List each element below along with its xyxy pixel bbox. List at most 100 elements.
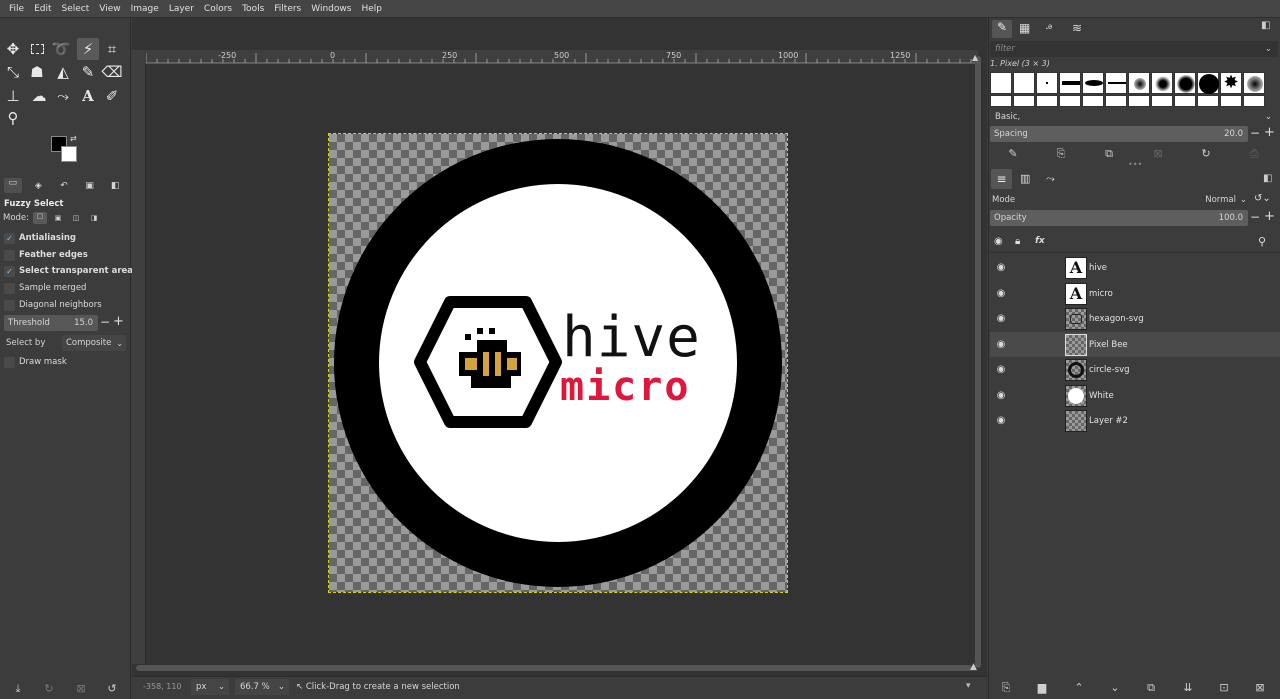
device-status-tab-icon[interactable]: ◈ [30,181,48,191]
opacity-field[interactable]: Opacity 100.0 [990,210,1248,226]
layer-row[interactable]: ◉ A micro [990,281,1280,306]
text-tool-icon[interactable]: A [77,85,99,107]
eye-icon[interactable]: ◉ [995,364,1007,375]
new-brush-icon[interactable]: ⎘ [1053,147,1069,161]
brush-swatch[interactable] [1243,72,1265,94]
brush-swatch[interactable] [1174,95,1196,107]
brush-swatch[interactable] [1013,95,1035,107]
mode-intersect-icon[interactable]: ◨ [87,214,101,222]
menu-file[interactable]: File [4,4,29,14]
select-by-dropdown[interactable]: Composite ⌄ [62,335,126,351]
brush-swatch[interactable] [1036,95,1058,107]
layer-row[interactable]: ◉ Layer #2 [990,408,1280,433]
layer-composite-icon[interactable]: ↺⌄ [1254,193,1271,204]
threshold-field[interactable]: Threshold 15.0 [4,315,98,331]
menu-colors[interactable]: Colors [199,4,237,14]
menu-tools[interactable]: Tools [237,4,269,14]
lower-layer-icon[interactable]: ⌄ [1107,681,1123,694]
brush-swatch[interactable] [1036,72,1058,94]
search-icon[interactable]: ⚲ [1258,235,1266,248]
new-layer-group-icon[interactable]: ▆ [1034,681,1050,694]
menu-view[interactable]: View [94,4,125,14]
spacing-field[interactable]: Spacing 20.0 [990,126,1248,142]
refresh-brushes-icon[interactable]: ↻ [1198,147,1214,160]
paths-tool-icon[interactable]: ⤳ [52,85,74,107]
eye-icon[interactable]: ◉ [995,288,1007,299]
opacity-decrease-icon[interactable]: − [1250,210,1260,224]
mode-replace-icon[interactable]: ▢ [33,212,48,224]
color-picker-tool-icon[interactable]: ✐ [101,85,123,107]
brush-swatch[interactable] [1220,95,1242,107]
navigate-icon[interactable]: ▲ [970,662,977,672]
document-history-tab-icon[interactable]: ≋ [1072,21,1082,35]
bucket-fill-tool-icon[interactable]: ◭ [52,61,74,83]
horizontal-ruler[interactable]: -250 0 250 500 750 1000 1250 [146,50,978,64]
brush-swatch[interactable] [1082,95,1104,107]
images-tab-icon[interactable]: ▣ [81,181,99,191]
scroll-up-icon[interactable]: ▲ [972,53,978,62]
eye-icon[interactable]: ◉ [995,313,1007,324]
rect-select-tool-icon[interactable] [26,38,48,60]
duplicate-layer-icon[interactable]: ⧉ [1143,681,1159,695]
vertical-scrollbar[interactable] [975,56,981,668]
menu-edit[interactable]: Edit [29,4,56,14]
brush-swatch[interactable]: ✸ [1220,72,1242,94]
brush-swatch[interactable] [1243,95,1265,107]
reset-tool-options-icon[interactable]: ↺ [104,682,120,695]
lasso-tool-icon[interactable]: ➰ [50,38,72,60]
brush-swatch[interactable] [1082,72,1104,94]
menu-image[interactable]: Image [126,4,164,14]
spacing-decrease-icon[interactable]: − [1250,126,1260,140]
layer-mode-dropdown[interactable]: Normal ⌄ [1180,192,1250,208]
brush-swatch[interactable] [1174,72,1196,94]
brush-swatch[interactable] [990,72,1012,94]
tool-options-tab-icon[interactable]: ▭ [4,178,22,193]
layer-row-selected[interactable]: ◉ Pixel Bee [990,332,1280,357]
paths-tab-icon[interactable]: ⤳ [1046,172,1055,186]
paintbrush-tool-icon[interactable]: ✎ [77,61,99,83]
layer-row[interactable]: ◉ hexagon-svg [990,306,1280,331]
opacity-increase-icon[interactable]: + [1264,209,1275,224]
menu-help[interactable]: Help [356,4,387,14]
brush-filter-input[interactable]: filter ⌄ [990,41,1278,57]
vertical-ruler[interactable] [132,64,146,664]
layer-row[interactable]: ◉ White [990,383,1280,408]
save-tool-preset-icon[interactable]: ⤓ [10,682,26,696]
brush-swatch[interactable] [1128,72,1150,94]
fuzzy-select-tool-icon[interactable]: ⚡ [77,38,99,60]
zoom-tool-icon[interactable]: ⚲ [2,107,24,129]
delete-layer-icon[interactable]: ⊠ [1252,681,1268,694]
undo-history-tab-icon[interactable]: ↶ [55,181,73,191]
brush-swatch[interactable] [1151,95,1173,107]
zoom-dropdown[interactable]: 66.7 % ⌄ [235,679,289,695]
brush-swatch[interactable] [1151,72,1173,94]
menu-select[interactable]: Select [57,4,95,14]
transform-tool-icon[interactable]: ⤡ [2,61,24,83]
eye-icon[interactable]: ◉ [995,262,1007,273]
background-color-swatch[interactable] [61,146,77,162]
draw-mask-checkbox[interactable]: Draw mask [4,354,67,370]
configure-layers-icon[interactable]: ◧ [1263,173,1272,184]
clone-tool-icon[interactable]: ⊥ [2,85,24,107]
configure-dock-icon[interactable]: ◧ [1261,20,1270,31]
feather-edges-checkbox[interactable]: Feather edges [4,247,88,263]
menu-layer[interactable]: Layer [164,4,199,14]
restore-tool-preset-icon[interactable]: ↻ [41,682,57,695]
move-tool-icon[interactable]: ✥ [2,38,24,60]
mode-subtract-icon[interactable]: ◫ [69,214,83,222]
menu-windows[interactable]: Windows [306,4,356,14]
brushes-tab-icon[interactable]: ✎ [992,20,1012,38]
brush-swatch[interactable] [1105,72,1127,94]
merge-layer-icon[interactable]: ⇊ [1180,681,1196,694]
eye-icon[interactable]: ◉ [995,415,1007,426]
duplicate-brush-icon[interactable]: ⧉ [1101,147,1117,161]
edit-brush-icon[interactable]: ✎ [1005,147,1021,160]
layers-tab-icon[interactable]: ≡ [991,169,1012,189]
brush-swatch[interactable] [1128,95,1150,107]
select-transparent-checkbox[interactable]: ✓ Select transparent areas [4,263,138,279]
delete-brush-icon[interactable]: ⊠ [1150,147,1166,160]
eraser-tool-icon[interactable]: ⌫ [101,61,123,83]
unit-dropdown[interactable]: px ⌄ [191,679,229,695]
open-brush-icon[interactable]: ⎙ [1246,147,1262,161]
eye-icon[interactable]: ◉ [995,339,1007,350]
